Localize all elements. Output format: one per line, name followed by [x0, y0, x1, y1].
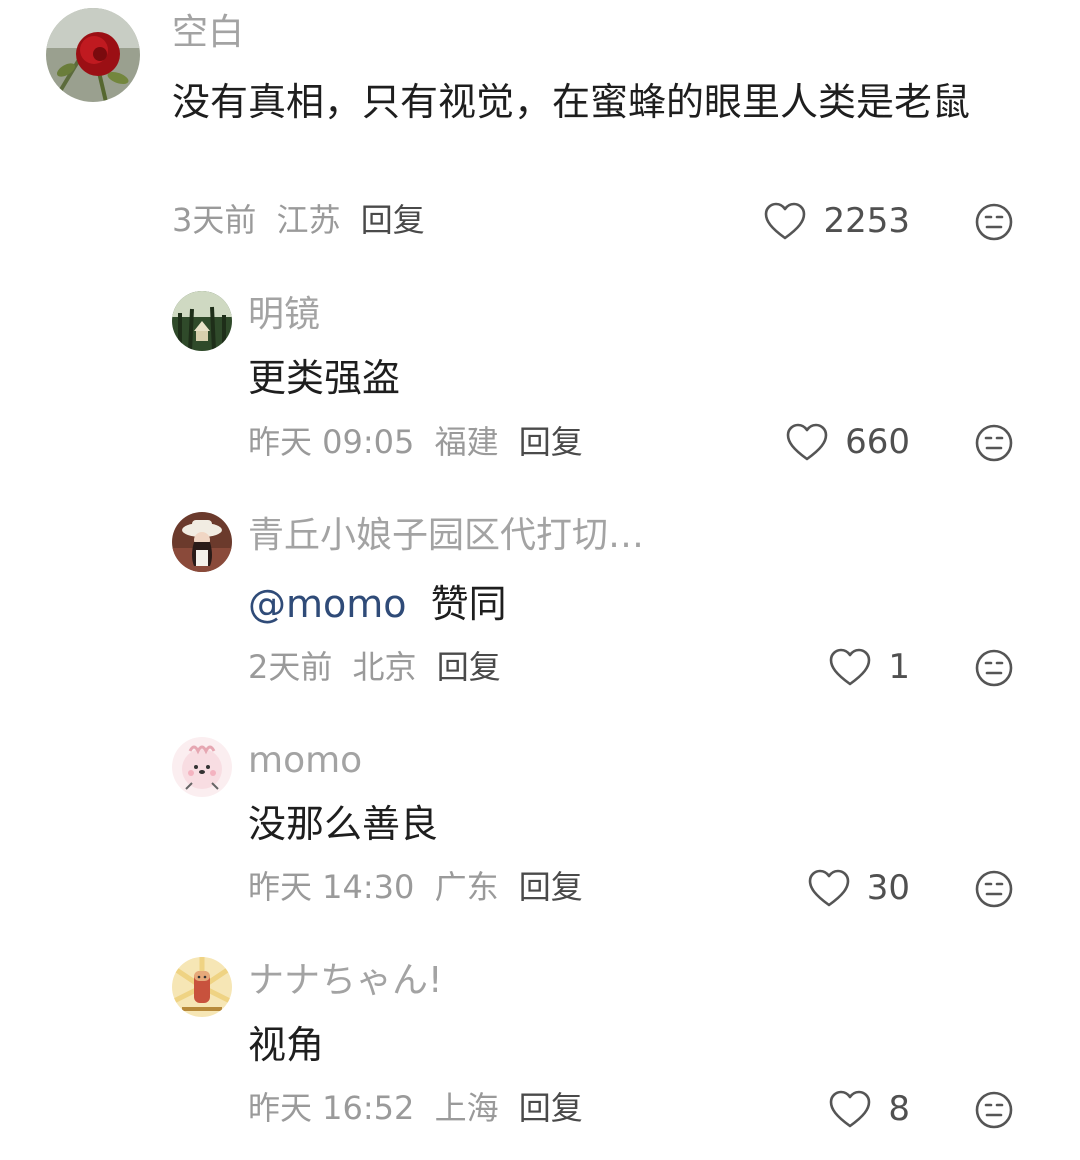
- forest-temple-avatar-icon: [172, 291, 232, 351]
- comment-location: 福建: [434, 423, 499, 461]
- dislike-face-icon[interactable]: [974, 648, 1014, 688]
- comment-time: 2天前: [248, 648, 333, 686]
- dislike-face-icon[interactable]: [974, 423, 1014, 463]
- comment-time: 昨天 09:05: [248, 423, 415, 461]
- like-button[interactable]: 660: [750, 420, 910, 464]
- comment-username[interactable]: momo: [248, 739, 362, 783]
- comment-location: 广东: [434, 868, 499, 906]
- reply-button[interactable]: 回复: [437, 648, 501, 686]
- comment-meta: 3天前 江苏 回复: [172, 198, 425, 242]
- comment-text: 更类强盗: [248, 356, 401, 400]
- heart-icon: [765, 202, 806, 240]
- comment-username[interactable]: ナナちゃん!: [248, 959, 442, 1003]
- like-count: 2253: [823, 201, 910, 241]
- like-button[interactable]: 8: [750, 1087, 910, 1131]
- dislike-face-icon[interactable]: [974, 202, 1014, 242]
- comment-time: 3天前: [172, 201, 257, 239]
- reply-button[interactable]: 回复: [519, 423, 583, 461]
- like-button[interactable]: 1: [750, 645, 910, 689]
- user-avatar[interactable]: [172, 512, 232, 572]
- like-count: 1: [888, 647, 910, 687]
- reply-button[interactable]: 回复: [519, 1089, 583, 1127]
- reply-button[interactable]: 回复: [519, 868, 583, 906]
- like-button[interactable]: 2253: [750, 199, 910, 243]
- mention-link[interactable]: @momo: [248, 582, 407, 626]
- comment-text: 没那么善良: [248, 802, 439, 846]
- like-count: 660: [845, 422, 910, 462]
- dislike-face-icon[interactable]: [974, 869, 1014, 909]
- heart-icon: [830, 1090, 871, 1128]
- comment-location: 北京: [352, 648, 417, 686]
- user-avatar[interactable]: [46, 8, 140, 102]
- woman-hat-avatar-icon: [172, 512, 232, 572]
- comment-time: 昨天 14:30: [248, 868, 415, 906]
- comment-text: @momo 赞同: [248, 576, 1028, 632]
- comment-location: 上海: [434, 1089, 499, 1127]
- like-button[interactable]: 30: [750, 866, 910, 910]
- user-avatar[interactable]: [172, 957, 232, 1017]
- comment-username[interactable]: 明镜: [248, 293, 320, 337]
- heart-icon: [830, 648, 871, 686]
- pink-cartoon-avatar-icon: [172, 737, 232, 797]
- like-count: 8: [888, 1089, 910, 1129]
- comment-time: 昨天 16:52: [248, 1089, 415, 1127]
- comment-username[interactable]: 空白: [172, 11, 244, 55]
- comment-location: 江苏: [276, 201, 341, 239]
- heart-icon: [786, 423, 828, 461]
- comment-meta: 昨天 16:52 上海 回复: [248, 1086, 583, 1130]
- comment-meta: 2天前 北京 回复: [248, 645, 501, 689]
- comment-text: 视角: [248, 1023, 325, 1067]
- comment-meta: 昨天 14:30 广东 回复: [248, 865, 583, 909]
- comment-username[interactable]: 青丘小娘子园区代打切…: [248, 514, 644, 558]
- dislike-face-icon[interactable]: [974, 1090, 1014, 1130]
- user-avatar[interactable]: [172, 291, 232, 351]
- comment-text-body: 赞同: [430, 582, 507, 626]
- user-avatar[interactable]: [172, 737, 232, 797]
- heart-icon: [808, 869, 850, 907]
- cartoon-stick-avatar-icon: [172, 957, 232, 1017]
- comment-meta: 昨天 09:05 福建 回复: [248, 420, 583, 464]
- reply-button[interactable]: 回复: [361, 201, 425, 239]
- red-rose-avatar-icon: [46, 8, 140, 102]
- like-count: 30: [866, 868, 910, 908]
- comment-text: 没有真相，只有视觉，在蜜蜂的眼里人类是老鼠: [172, 80, 971, 124]
